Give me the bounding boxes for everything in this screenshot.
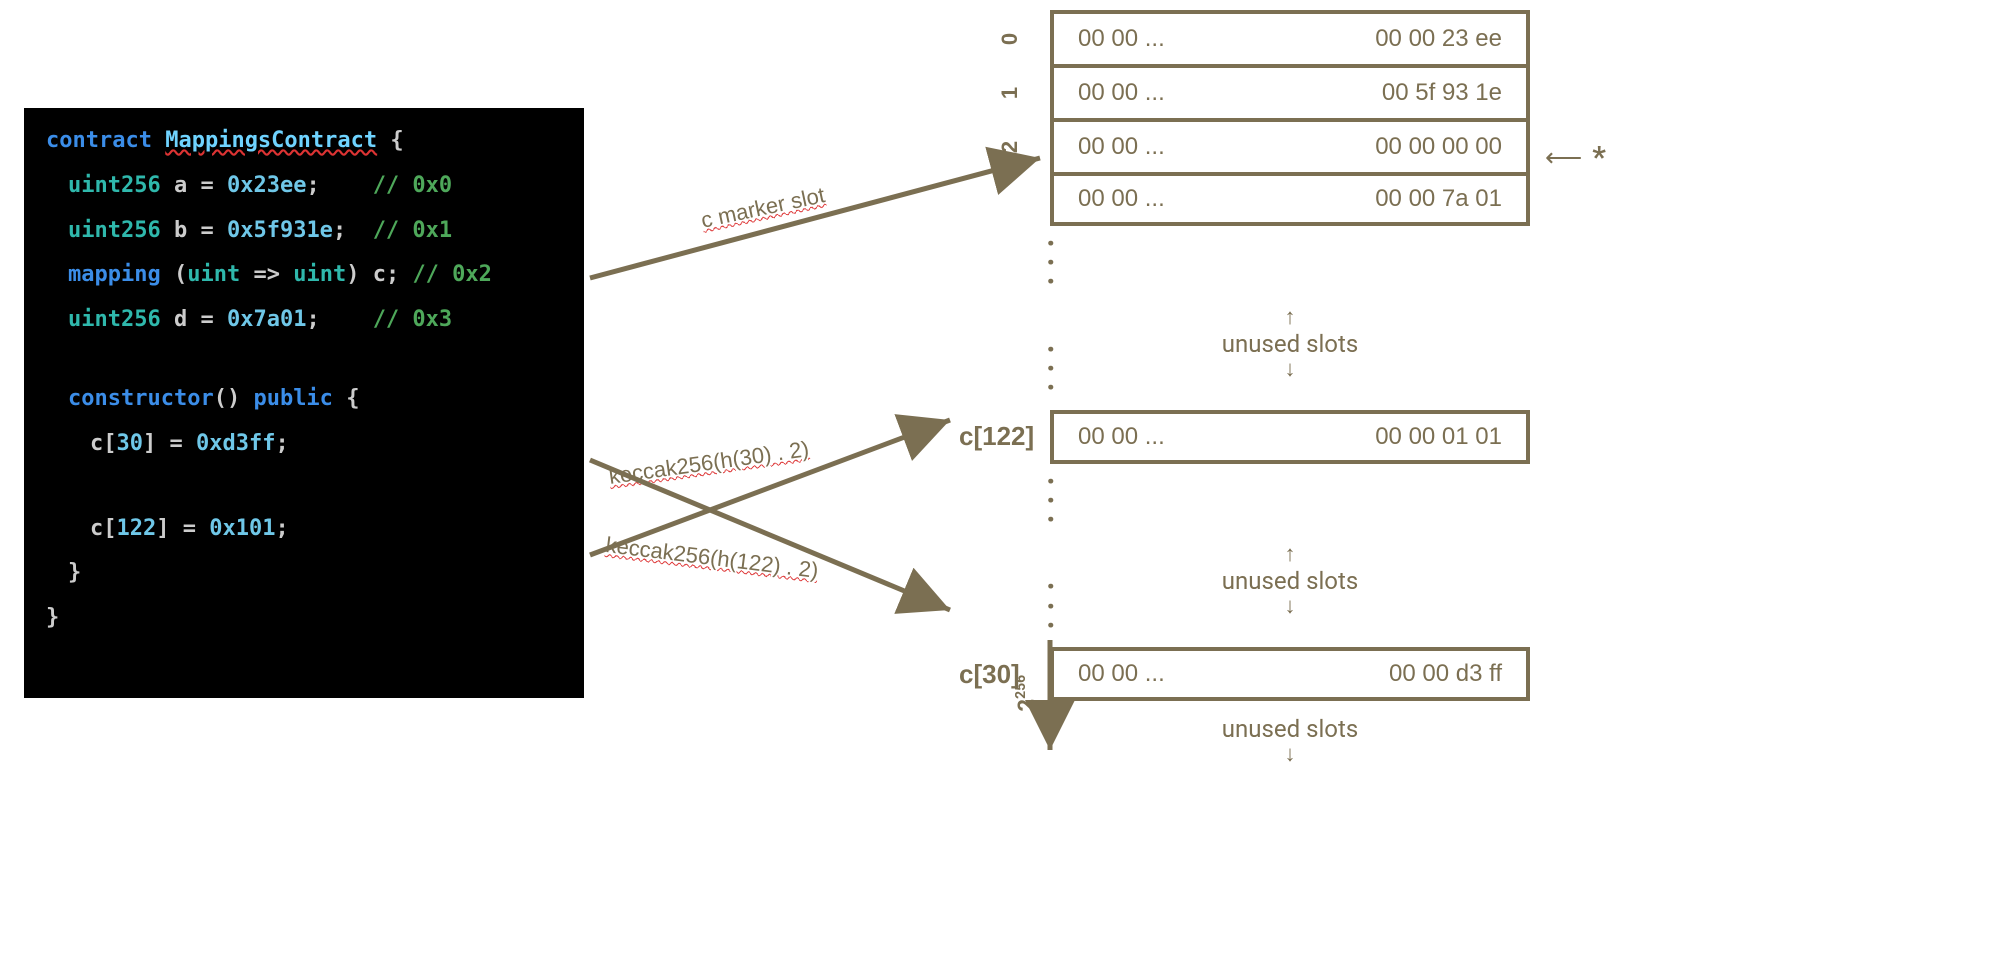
contract-name: MappingsContract [165, 128, 377, 153]
vdots-1: ··· [1046, 226, 1530, 300]
slot-1-left: 00 00 ... [1078, 79, 1165, 107]
unused-label-3: unused slots [1050, 715, 1530, 743]
slot-2-left: 00 00 ... [1078, 133, 1165, 161]
code-line-2: uint256 a = 0x23ee; // 0x0 [46, 171, 562, 202]
axis-end-label: 2256 [1013, 675, 1039, 712]
slot-0-right: 00 00 23 ee [1375, 25, 1502, 53]
star-marker: ⟵ * [1545, 140, 1606, 175]
slot-row-0: 0 00 00 ... 00 00 23 ee [1054, 10, 1530, 64]
slot-row-2: 2 00 00 ... 00 00 00 00 [1054, 118, 1530, 172]
arrow-marker-slot [590, 158, 1040, 278]
vdots-3: ··· [1046, 464, 1530, 538]
slot-c30-right: 00 00 d3 ff [1389, 660, 1502, 688]
code-line-8: c[122] = 0x101; [46, 514, 562, 545]
code-block: contract MappingsContract { uint256 a = … [24, 108, 584, 698]
arrow-up-icon: ↑ [1050, 543, 1530, 567]
slot-3-left: 00 00 ... [1078, 185, 1165, 213]
code-line-9: } [46, 558, 562, 589]
slot-2-right: 00 00 00 00 [1375, 133, 1502, 161]
arrow-left-icon: ⟵ [1545, 143, 1582, 173]
slot-c30: c[30] 00 00 ... 00 00 d3 ff [1050, 647, 1530, 701]
slot-c122: c[122] 00 00 ... 00 00 01 01 [1050, 410, 1530, 464]
code-line-5: uint256 d = 0x7a01; // 0x3 [46, 305, 562, 336]
slot-label-1: 1 [997, 87, 1023, 99]
slot-row-c122: c[122] 00 00 ... 00 00 01 01 [1054, 410, 1530, 464]
code-line-4: mapping (uint => uint) c; // 0x2 [46, 260, 562, 291]
slot-row-3: 00 00 ... 00 00 7a 01 [1054, 172, 1530, 226]
slot-label-2: 2 [997, 141, 1023, 153]
slot-label-c122: c[122] [959, 421, 1034, 452]
label-keccak-122: keccak256(h(122) . 2) [604, 532, 820, 584]
code-line-3: uint256 b = 0x5f931e; // 0x1 [46, 216, 562, 247]
keyword-contract: contract [46, 128, 152, 153]
code-line-10: } [46, 603, 562, 634]
label-keccak-30: keccak256(h(30) . 2) [607, 436, 810, 490]
label-marker-slot: c marker slot [699, 182, 828, 234]
asterisk: * [1592, 140, 1606, 175]
code-line-7: c[30] = 0xd3ff; [46, 429, 562, 460]
storage-diagram: 0 00 00 ... 00 00 23 ee 1 00 00 ... 00 5… [1050, 10, 1530, 773]
arrow-down-icon: ↓ [1050, 743, 1530, 767]
unused-3: unused slots ↓ [1050, 701, 1530, 773]
slot-label-0: 0 [997, 33, 1023, 45]
slot-c122-left: 00 00 ... [1078, 423, 1165, 451]
slot-1-right: 00 5f 93 1e [1382, 79, 1502, 107]
slot-table-top: 0 00 00 ... 00 00 23 ee 1 00 00 ... 00 5… [1050, 10, 1530, 226]
arrow-up-icon: ↑ [1050, 306, 1530, 330]
slot-3-right: 00 00 7a 01 [1375, 185, 1502, 213]
slot-0-left: 00 00 ... [1078, 25, 1165, 53]
code-line-1: contract MappingsContract { [46, 126, 562, 157]
code-line-6: constructor() public { [46, 384, 562, 415]
slot-c30-left: 00 00 ... [1078, 660, 1165, 688]
slot-row-c30: c[30] 00 00 ... 00 00 d3 ff [1054, 647, 1530, 701]
slot-c122-right: 00 00 01 01 [1375, 423, 1502, 451]
slot-label-c30: c[30] [959, 659, 1020, 690]
brace-open: { [390, 128, 403, 153]
slot-row-1: 1 00 00 ... 00 5f 93 1e [1054, 64, 1530, 118]
